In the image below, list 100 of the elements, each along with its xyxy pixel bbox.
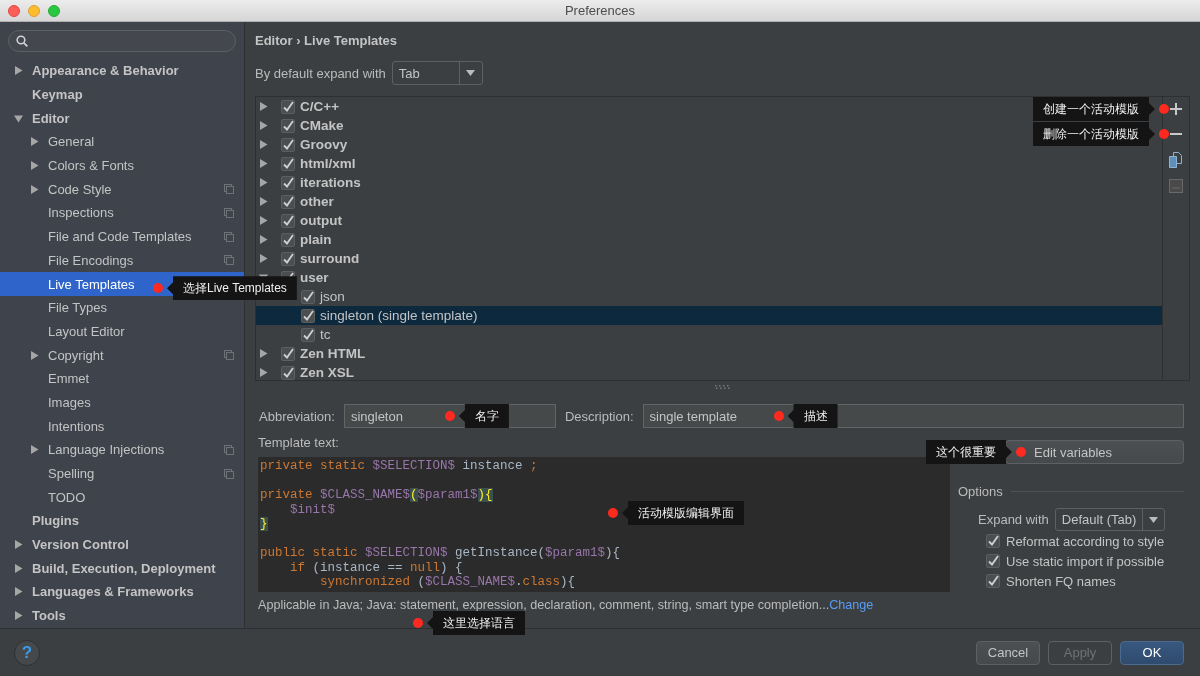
sidebar-item[interactable]: Languages & Frameworks (0, 580, 244, 604)
tree-row[interactable]: CMake (256, 116, 348, 135)
group-title: Options (958, 483, 1003, 499)
sidebar-item[interactable]: Spelling (0, 461, 244, 486)
zoom-button[interactable] (48, 4, 60, 17)
marker-dot-tooltip (413, 618, 423, 628)
sidebar-item[interactable]: Plugins (0, 509, 244, 533)
caret-right-icon[interactable] (259, 102, 268, 111)
caret-right-icon[interactable] (30, 350, 39, 360)
caret-right-icon[interactable] (30, 161, 39, 171)
sidebar-item[interactable]: Colors & Fonts (0, 153, 244, 178)
caret-right-icon[interactable] (259, 235, 268, 244)
dialog-button[interactable]: Cancel (976, 640, 1040, 665)
sidebar-item[interactable]: General (0, 130, 244, 154)
sidebar-item[interactable]: Emmet (0, 366, 244, 391)
checkbox[interactable] (281, 118, 295, 133)
caret-right-icon[interactable] (259, 254, 268, 263)
sidebar-item[interactable]: File and Code Templates (0, 224, 244, 249)
checkbox-label: Reformat according to style (1006, 533, 1165, 549)
tree-row[interactable]: singleton (single template) (256, 306, 1162, 325)
sidebar-item[interactable]: Build, Execution, Deployment (0, 556, 244, 581)
checkbox[interactable] (281, 194, 295, 209)
sidebar-item[interactable]: Layout Editor (0, 319, 244, 344)
annotation-tooltip: 这个很重要 (926, 440, 1012, 464)
field-label: Description: (564, 408, 634, 424)
checkbox[interactable] (281, 137, 295, 152)
field-label: Expand with (978, 512, 1049, 527)
annotation-tooltip: 名字 (458, 404, 509, 428)
dropdown[interactable]: Tab (391, 61, 483, 85)
edit-variables-button[interactable]: Edit variables (1005, 440, 1184, 464)
checkbox[interactable] (986, 574, 1000, 588)
caret-right-icon[interactable] (30, 137, 39, 147)
tree-row[interactable]: C/C++ (256, 97, 344, 116)
caret-right-icon[interactable] (259, 368, 268, 377)
checkbox[interactable] (301, 327, 315, 342)
help-button[interactable]: ? (14, 639, 40, 666)
checkbox[interactable] (986, 534, 1000, 548)
checkbox[interactable] (301, 289, 315, 304)
checkbox[interactable] (281, 232, 295, 247)
caret-right-icon[interactable] (259, 121, 268, 130)
caret-right-icon[interactable] (14, 611, 23, 621)
sidebar-item[interactable]: File Encodings (0, 248, 244, 273)
sidebar-item[interactable]: Keymap (0, 82, 244, 107)
marker-dot-tooltip (153, 283, 163, 294)
sidebar-item[interactable]: Language Injections (0, 438, 244, 462)
caret-right-icon[interactable] (14, 587, 23, 597)
tree-row[interactable]: tc (256, 325, 335, 344)
change-link[interactable]: Change (829, 598, 874, 612)
caret-right-icon[interactable] (259, 216, 268, 225)
splitter-handle[interactable] (715, 384, 730, 389)
tree-row[interactable]: output (256, 211, 346, 230)
caret-right-icon[interactable] (259, 159, 268, 168)
tree-row[interactable]: surround (256, 249, 364, 268)
caret-right-icon[interactable] (14, 66, 23, 76)
checkbox[interactable] (281, 251, 295, 266)
sidebar-item[interactable]: Copyright (0, 343, 244, 367)
sidebar-item[interactable]: Inspections (0, 201, 244, 225)
caret-right-icon[interactable] (259, 178, 268, 187)
checkbox[interactable] (986, 554, 1000, 568)
sidebar-item[interactable]: Editor (0, 106, 244, 131)
dialog-button[interactable]: OK (1120, 640, 1184, 665)
checkbox[interactable] (281, 99, 295, 114)
search-field[interactable] (8, 30, 236, 52)
caret-right-icon[interactable] (30, 445, 39, 455)
caret-down-icon[interactable] (14, 113, 23, 123)
tree-row[interactable]: Zen XSL (256, 363, 358, 382)
caret-right-icon[interactable] (259, 197, 268, 206)
copy-icon[interactable] (1169, 152, 1183, 168)
checkbox[interactable] (301, 308, 315, 323)
caret-right-icon[interactable] (259, 140, 268, 149)
annotation-tooltip: 选择Live Templates (167, 276, 297, 301)
tree-row[interactable]: html/xml (256, 154, 360, 173)
plus-icon[interactable] (1169, 102, 1183, 116)
caret-right-icon[interactable] (30, 184, 39, 194)
tree-row[interactable]: plain (256, 230, 336, 249)
sidebar-item[interactable]: Images (0, 390, 244, 415)
checkbox[interactable] (281, 156, 295, 171)
dropdown[interactable]: Default (Tab) (1054, 508, 1165, 531)
sidebar-item[interactable]: Code Style (0, 177, 244, 202)
checkbox[interactable] (281, 346, 295, 361)
sidebar-item[interactable]: Intentions (0, 414, 244, 438)
caret-right-icon[interactable] (14, 563, 23, 573)
checkbox[interactable] (281, 175, 295, 190)
tree-row[interactable]: Groovy (256, 135, 352, 154)
code-line: public static $SELECTION$ getInstance($param1$){ (260, 545, 621, 561)
checkbox[interactable] (281, 213, 295, 228)
close-button[interactable] (8, 4, 20, 17)
caret-right-icon[interactable] (259, 349, 268, 358)
field-label: By default expand with (255, 65, 386, 81)
tree-row[interactable]: iterations (256, 173, 365, 192)
tree-row[interactable]: other (256, 192, 338, 211)
sidebar-item[interactable]: Tools (0, 603, 244, 628)
sidebar-item[interactable]: TODO (0, 485, 244, 510)
sidebar-item[interactable]: Version Control (0, 532, 244, 557)
annotation-tooltip: 删除一个活动模版 (1033, 122, 1155, 146)
checkbox[interactable] (281, 365, 295, 380)
breadcrumb: Editor › Live Templates (255, 33, 399, 49)
caret-right-icon[interactable] (14, 540, 23, 550)
tree-row[interactable]: Zen HTML (256, 344, 370, 363)
sidebar-item[interactable]: Appearance & Behavior (0, 59, 244, 83)
